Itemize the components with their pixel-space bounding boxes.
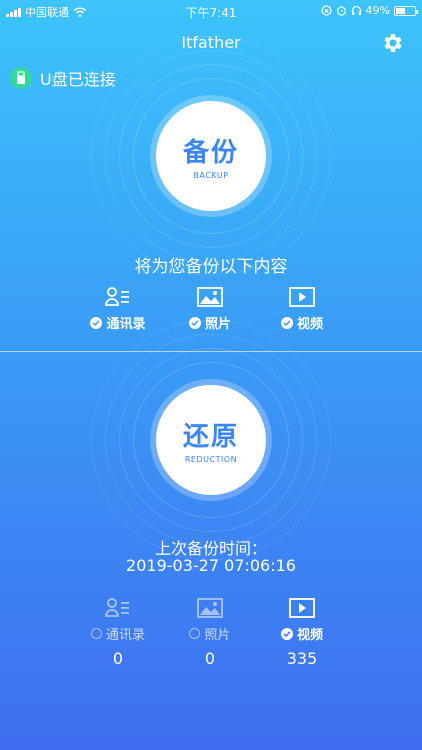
photo-icon xyxy=(165,287,255,309)
restore-subtitle: REDUCTION xyxy=(184,455,238,464)
backup-rings: 备份 BACKUP xyxy=(91,36,331,276)
unchecked-icon xyxy=(90,628,102,639)
last-backup-time: 2019-03-27 07:06:16 xyxy=(126,556,296,575)
video-icon xyxy=(257,287,347,309)
gear-icon[interactable] xyxy=(380,31,404,55)
backup-subtitle: BACKUP xyxy=(193,171,229,180)
restore-button[interactable]: 还原 REDUCTION xyxy=(156,385,266,495)
alarm-icon xyxy=(336,6,346,16)
restore-rings: 还原 REDUCTION xyxy=(91,320,331,560)
restore-item-count: 0 xyxy=(112,649,124,668)
rotation-lock-icon xyxy=(320,5,332,16)
usb-drive-icon xyxy=(10,67,32,89)
backup-button[interactable]: 备份 BACKUP xyxy=(156,101,266,211)
check-icon xyxy=(280,627,293,640)
restore-item-photos[interactable]: 照片 0 xyxy=(165,598,255,668)
backup-info: 将为您备份以下内容 xyxy=(134,257,288,277)
restore-item-label: 照片 xyxy=(204,628,231,643)
restore-item-videos[interactable]: 视频 335 xyxy=(257,598,347,668)
status-right: 49% xyxy=(320,4,418,17)
unchecked-icon xyxy=(189,628,201,639)
restore-item-contacts[interactable]: 通讯录 0 xyxy=(73,598,163,668)
restore-title: 还原 xyxy=(182,422,239,452)
contacts-icon xyxy=(73,287,163,309)
restore-item-label: 视频 xyxy=(296,628,323,643)
restore-item-label: 通讯录 xyxy=(105,628,145,643)
contacts-icon xyxy=(73,598,163,620)
backup-title: 备份 xyxy=(182,138,239,168)
video-icon xyxy=(257,598,347,620)
battery-percent: 49% xyxy=(365,4,390,17)
headphones-icon xyxy=(351,5,361,15)
battery-icon xyxy=(394,5,418,16)
status-bar: 中国联通 下午7:41 49% xyxy=(0,0,422,22)
restore-item-count: 335 xyxy=(286,649,318,668)
restore-item-count: 0 xyxy=(204,649,216,668)
photo-icon xyxy=(165,598,255,620)
